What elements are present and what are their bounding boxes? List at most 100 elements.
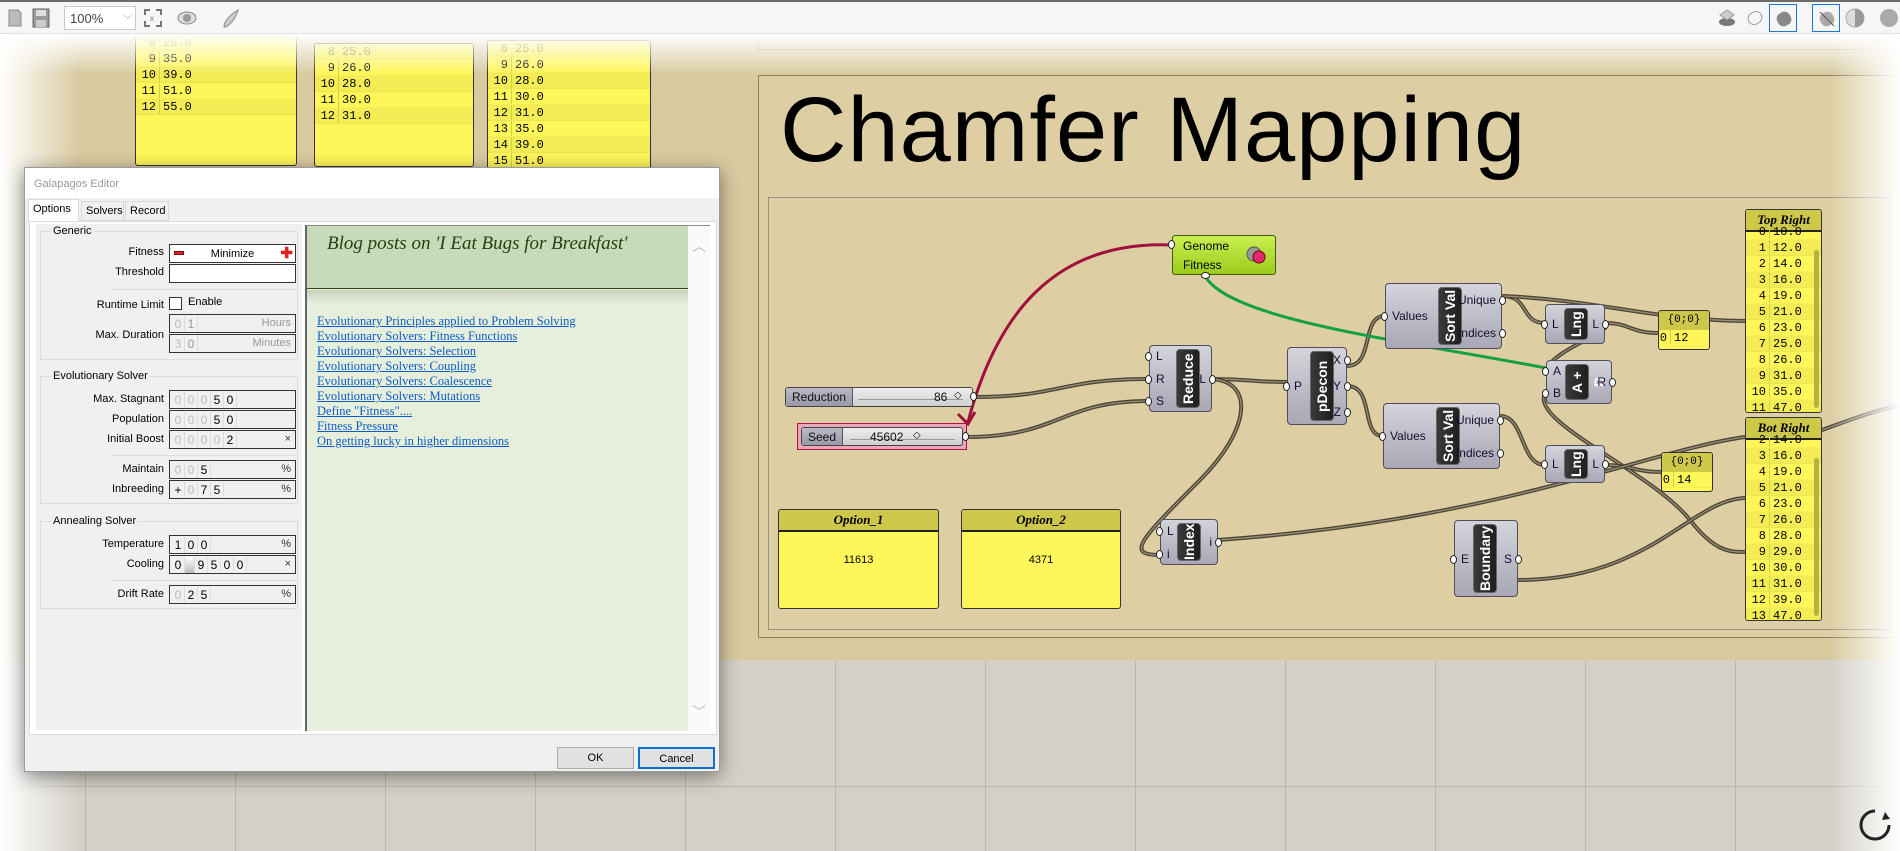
sphere-icon[interactable]	[1878, 7, 1900, 29]
digit-cell[interactable]: 5	[211, 482, 224, 498]
digit-cell[interactable]: 0	[172, 587, 185, 603]
digit-cell[interactable]: 0	[185, 336, 198, 352]
pdecon-component[interactable]: pDecon P X Y Z	[1287, 347, 1347, 425]
save-icon[interactable]	[30, 7, 52, 29]
shaded-button[interactable]	[1769, 4, 1797, 32]
digit-cell[interactable]: 0	[211, 432, 224, 448]
sort-bot-component[interactable]: Sort Val Values Unique Indices	[1383, 403, 1500, 469]
preview-mesh-icon[interactable]	[1716, 7, 1738, 29]
input-port[interactable]	[1145, 374, 1152, 384]
minutes-input[interactable]: Minutes 3 0	[169, 334, 296, 353]
input-port[interactable]	[1283, 382, 1290, 391]
half-sphere-icon[interactable]	[1844, 7, 1866, 29]
output-port[interactable]	[1515, 554, 1522, 564]
input-port[interactable]	[1542, 389, 1549, 398]
panel-scrollbar[interactable]	[1814, 250, 1819, 408]
navigation-compass-icon[interactable]	[1858, 808, 1892, 842]
temperature-input[interactable]: % 1 0 0	[169, 535, 296, 554]
fitness-toggle[interactable]: Minimize ✚	[169, 244, 296, 263]
initial-boost-input[interactable]: × 0 0 0 0 2	[169, 430, 296, 449]
slider-output-port[interactable]	[962, 432, 969, 441]
zoom-extents-icon[interactable]: x	[142, 7, 164, 29]
digit-cell[interactable]: 0	[172, 392, 185, 408]
option-2-panel[interactable]: Option_2 4371	[961, 509, 1121, 609]
galapagos-component[interactable]: Genome Fitness	[1172, 235, 1276, 275]
bot-right-panel[interactable]: Bot Right 2 14.0 3 16.0 4 19.0 5 21.0 6 23.0 7 26.0 8…	[1745, 417, 1822, 621]
output-port[interactable]	[1344, 382, 1351, 391]
digit-cell[interactable]	[185, 557, 195, 573]
digit-cell[interactable]: 0	[185, 392, 198, 408]
blog-link[interactable]: Evolutionary Solvers: Coalescence	[317, 374, 576, 389]
slider-output-port[interactable]	[970, 392, 977, 401]
digit-cell[interactable]: 0	[185, 432, 198, 448]
input-port[interactable]	[1541, 320, 1548, 329]
lng-bot-component[interactable]: Lng L L	[1545, 445, 1605, 483]
population-input[interactable]: 00050	[169, 410, 296, 429]
digit-cell[interactable]: 0	[224, 392, 237, 408]
index-component[interactable]: Index Li i	[1160, 519, 1218, 565]
output-port[interactable]	[1209, 374, 1216, 384]
digit-cell[interactable]: 0	[172, 412, 185, 428]
digit-cell[interactable]: 0	[185, 482, 198, 498]
hours-input[interactable]: Hours 0 1	[169, 314, 296, 333]
tab-solvers[interactable]: Solvers	[81, 201, 124, 221]
runtime-enable-checkbox[interactable]	[169, 297, 182, 310]
sketch-pen-icon[interactable]	[220, 7, 242, 29]
blog-link[interactable]: Evolutionary Solvers: Fitness Functions	[317, 329, 576, 344]
digit-cell[interactable]: 0	[172, 462, 185, 478]
digit-cell[interactable]: 0	[172, 432, 185, 448]
input-port[interactable]	[1541, 460, 1548, 469]
blog-link[interactable]: Evolutionary Solvers: Selection	[317, 344, 576, 359]
cancel-button[interactable]: Cancel	[638, 747, 715, 769]
genome-port[interactable]	[1168, 240, 1175, 249]
blog-link[interactable]: Evolutionary Solvers: Mutations	[317, 389, 576, 404]
output-port[interactable]	[1497, 415, 1504, 425]
count-panel-bottom[interactable]: {0;0} 0 14	[1661, 452, 1713, 492]
digit-cell[interactable]: 0	[224, 412, 237, 428]
sort-top-component[interactable]: Sort Val Values Unique Indices	[1385, 283, 1502, 349]
digit-cell[interactable]: 0	[185, 412, 198, 428]
count-panel-top[interactable]: {0;0} 0 12	[1658, 310, 1710, 350]
tab-options[interactable]: Options	[28, 199, 79, 222]
input-port[interactable]	[1379, 432, 1386, 441]
digit-cell[interactable]: 5	[208, 557, 221, 573]
output-port[interactable]	[1602, 460, 1609, 469]
input-port[interactable]	[1381, 312, 1388, 321]
digit-cell[interactable]: 5	[198, 462, 211, 478]
blog-link[interactable]: Evolutionary Solvers: Coupling	[317, 359, 576, 374]
output-port[interactable]	[1602, 320, 1609, 329]
scroll-up-icon[interactable]: ︿	[688, 236, 710, 256]
digit-cell[interactable]: 0	[185, 462, 198, 478]
blog-link[interactable]: On getting lucky in higher dimensions	[317, 434, 576, 449]
maintain-input[interactable]: % 0 0 5	[169, 460, 296, 479]
digit-cell[interactable]: 2	[224, 432, 237, 448]
digit-cell[interactable]: 5	[211, 412, 224, 428]
digit-cell[interactable]: 0	[172, 316, 185, 332]
fitness-port[interactable]	[1201, 272, 1210, 279]
addition-component[interactable]: A + BAB R	[1546, 360, 1612, 404]
digit-cell[interactable]: 0	[198, 432, 211, 448]
digit-cell[interactable]: 0	[234, 557, 247, 573]
scroll-down-icon[interactable]: ﹀	[688, 702, 710, 722]
tab-record[interactable]: Record	[125, 201, 169, 221]
scrollbar[interactable]: ︿ ﹀	[688, 226, 710, 732]
shaded-selected-button[interactable]	[1812, 4, 1840, 32]
output-port[interactable]	[1499, 328, 1506, 338]
output-port[interactable]	[1215, 538, 1222, 547]
blog-link[interactable]: Define "Fitness"....	[317, 404, 576, 419]
input-port[interactable]	[1145, 396, 1152, 406]
digit-cell[interactable]: 7	[198, 482, 211, 498]
output-port[interactable]	[1344, 356, 1351, 365]
input-port[interactable]	[1156, 526, 1163, 536]
digit-cell[interactable]: 1	[185, 316, 198, 332]
output-port[interactable]	[1344, 408, 1351, 417]
threshold-input[interactable]	[169, 264, 296, 283]
lng-top-component[interactable]: Lng L L	[1545, 304, 1605, 344]
input-port[interactable]	[1450, 554, 1457, 564]
digit-cell[interactable]: 9	[195, 557, 208, 573]
output-port[interactable]	[1497, 448, 1504, 458]
digit-cell[interactable]: 0	[185, 537, 198, 553]
max-stagnant-input[interactable]: 00050	[169, 390, 296, 409]
open-file-icon[interactable]	[6, 7, 28, 29]
reduce-component[interactable]: Reduce L R S L	[1149, 345, 1212, 412]
